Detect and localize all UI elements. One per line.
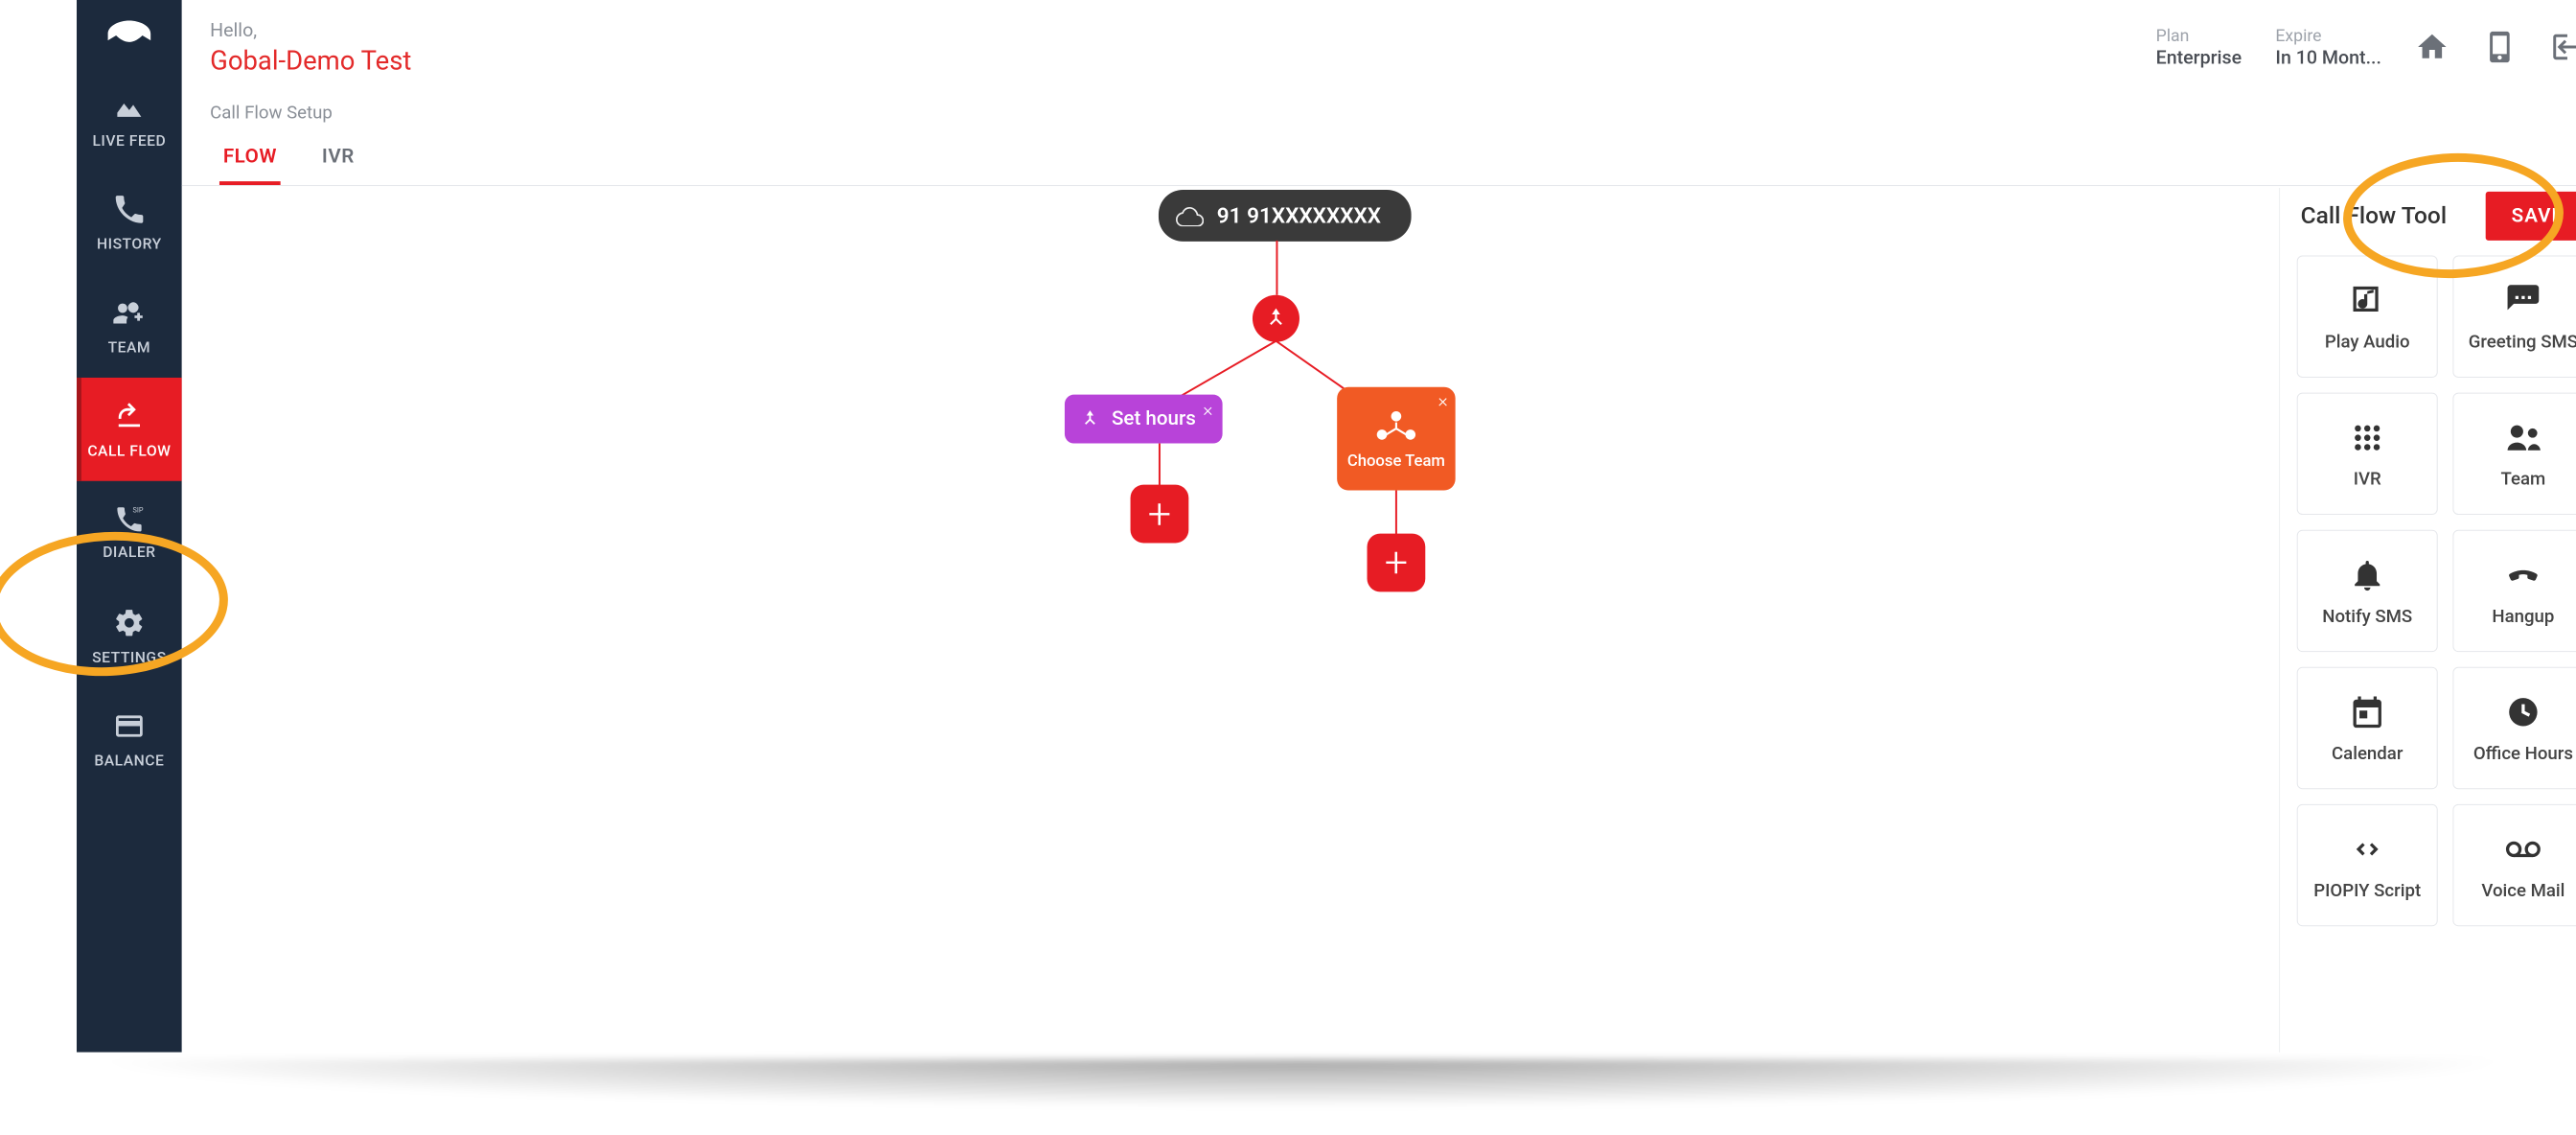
- calendar-icon: [2349, 693, 2386, 730]
- branch-icon: [1080, 408, 1101, 429]
- tool-label: Greeting SMS: [2469, 330, 2576, 352]
- nav-team[interactable]: TEAM: [77, 274, 182, 378]
- choose-team-label: Choose Team: [1347, 452, 1445, 471]
- nav-label: SETTINGS: [92, 648, 166, 666]
- main-area: Hello, Gobal-Demo Test Plan Enterprise E…: [182, 0, 2576, 1053]
- expire-label: Expire: [2275, 26, 2321, 46]
- nav-label: BALANCE: [94, 752, 164, 770]
- connector-line: [1159, 444, 1161, 491]
- tool-office-hours[interactable]: Office Hours: [2452, 667, 2576, 789]
- save-button[interactable]: SAVE: [2485, 192, 2576, 241]
- split-node[interactable]: [1253, 295, 1300, 342]
- tools-title: Call Flow Tool: [2301, 202, 2447, 229]
- add-node-button[interactable]: +: [1368, 534, 1426, 592]
- nav-balance[interactable]: BALANCE: [77, 687, 182, 791]
- tool-label: IVR: [2354, 468, 2381, 490]
- bell-icon: [2349, 556, 2386, 593]
- voicemail-icon: [2504, 830, 2542, 868]
- connector-line: [1276, 241, 1277, 295]
- breadcrumb: Call Flow Setup: [182, 84, 2576, 123]
- nav-label: CALL FLOW: [87, 441, 171, 459]
- close-icon[interactable]: ×: [1203, 399, 1212, 422]
- tool-hangup[interactable]: Hangup: [2452, 530, 2576, 652]
- plan-label: Plan: [2156, 26, 2190, 46]
- tool-label: Play Audio: [2325, 330, 2410, 352]
- tabs: FLOW IVR: [182, 123, 2576, 186]
- set-hours-node[interactable]: Set hours ×: [1065, 395, 1222, 444]
- nav-label: DIALER: [103, 543, 155, 561]
- app-logo: [77, 0, 182, 68]
- connector-line: [1395, 491, 1397, 538]
- team-icon: [1371, 406, 1420, 446]
- greeting-text: Hello,: [210, 18, 411, 41]
- tool-label: Calendar: [2332, 742, 2403, 764]
- cloud-icon: [1176, 205, 1204, 226]
- tool-notify-sms[interactable]: Notify SMS: [2297, 530, 2438, 652]
- drop-shadow: [86, 1059, 2518, 1107]
- header: Hello, Gobal-Demo Test Plan Enterprise E…: [182, 0, 2576, 84]
- nav-dialer[interactable]: SIP DIALER: [77, 481, 182, 585]
- tool-play-audio[interactable]: Play Audio: [2297, 256, 2438, 378]
- cloud-number-pill[interactable]: 91 91XXXXXXXX: [1159, 190, 1411, 242]
- tool-label: Voice Mail: [2481, 879, 2564, 901]
- tool-voice-mail[interactable]: Voice Mail: [2452, 804, 2576, 926]
- tools-panel: Call Flow Tool SAVE Play Audio Greeting …: [2279, 188, 2576, 1053]
- nav-call-flow[interactable]: CALL FLOW: [77, 378, 182, 481]
- flow-canvas[interactable]: 91 91XXXXXXXX Set hours × + ×: [182, 178, 2284, 1052]
- cloud-number: 91 91XXXXXXXX: [1217, 203, 1381, 228]
- tool-label: Notify SMS: [2322, 605, 2412, 627]
- set-hours-label: Set hours: [1112, 407, 1196, 430]
- dialpad-icon: [2349, 419, 2386, 456]
- tool-ivr[interactable]: IVR: [2297, 393, 2438, 515]
- tool-team[interactable]: Team: [2452, 393, 2576, 515]
- choose-team-node[interactable]: × Choose Team: [1337, 387, 1455, 491]
- tool-calendar[interactable]: Calendar: [2297, 667, 2438, 789]
- tool-greeting-sms[interactable]: Greeting SMS: [2452, 256, 2576, 378]
- account-name: Gobal-Demo Test: [210, 45, 411, 76]
- clock-icon: [2504, 693, 2542, 730]
- team-icon: [2504, 419, 2542, 456]
- logout-icon[interactable]: [2550, 30, 2576, 63]
- tool-label: Team: [2501, 468, 2546, 490]
- music-note-icon: [2349, 282, 2386, 319]
- close-icon[interactable]: ×: [1438, 389, 1448, 412]
- plan-value: Enterprise: [2156, 46, 2242, 69]
- sms-icon: [2504, 282, 2542, 319]
- hangup-icon: [2504, 556, 2542, 593]
- add-node-button[interactable]: +: [1131, 485, 1189, 544]
- tool-label: Office Hours: [2473, 742, 2573, 764]
- nav-label: HISTORY: [97, 235, 162, 253]
- code-icon: [2349, 830, 2386, 868]
- expire-value: In 10 Mont...: [2275, 46, 2381, 69]
- nav-settings[interactable]: SETTINGS: [77, 585, 182, 688]
- svg-text:SIP: SIP: [133, 505, 144, 514]
- tool-piopiy-script[interactable]: PIOPIY Script: [2297, 804, 2438, 926]
- nav-live-feed[interactable]: LIVE FEED: [77, 68, 182, 172]
- home-icon[interactable]: [2415, 30, 2449, 63]
- plan-info: Plan Enterprise: [2156, 26, 2242, 68]
- nav-label: TEAM: [108, 337, 150, 356]
- sidebar: LIVE FEED HISTORY TEAM CALL FLOW SIP DIA…: [77, 0, 182, 1053]
- nav-history[interactable]: HISTORY: [77, 171, 182, 274]
- expire-info: Expire In 10 Mont...: [2275, 26, 2381, 68]
- nav-label: LIVE FEED: [92, 131, 166, 150]
- tool-label: PIOPIY Script: [2313, 879, 2421, 901]
- tool-label: Hangup: [2492, 605, 2554, 627]
- mobile-icon[interactable]: [2483, 30, 2517, 63]
